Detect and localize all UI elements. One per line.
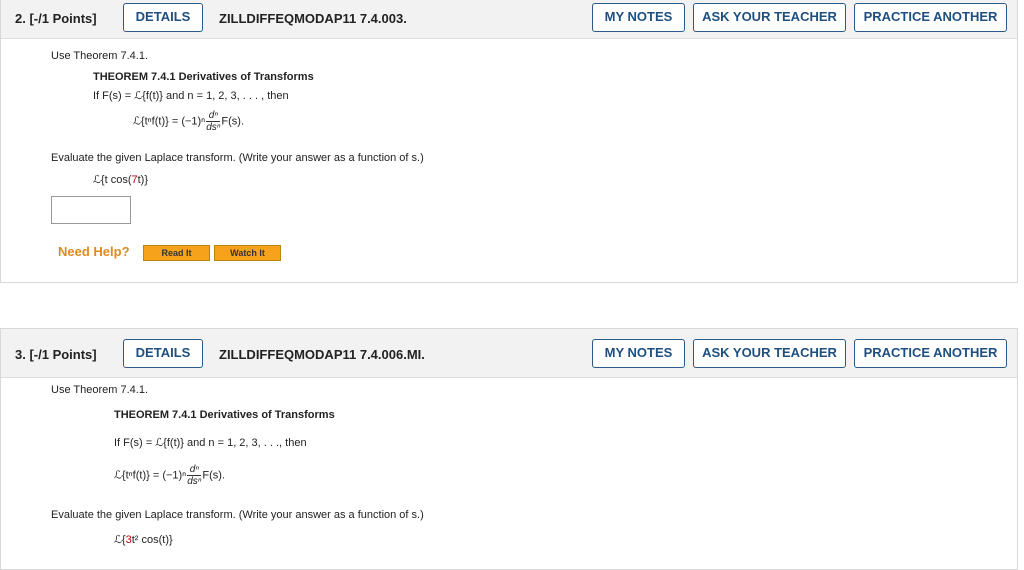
question-points: 2. [-/1 Points] — [15, 11, 97, 26]
theorem-formula: ℒ{tⁿf(t)} = (−1)ⁿ dⁿ dsⁿ F(s). — [133, 110, 244, 133]
question-code: ZILLDIFFEQMODAP11 7.4.003. — [219, 11, 407, 26]
question-3-body: Use Theorem 7.4.1. THEOREM 7.4.1 Derivat… — [13, 377, 1017, 569]
instruction-text: Evaluate the given Laplace transform. (W… — [51, 509, 424, 521]
my-notes-button[interactable]: MY NOTES — [592, 339, 685, 368]
need-help-label: Need Help? — [58, 244, 130, 259]
theorem-title: THEOREM 7.4.1 Derivatives of Transforms — [93, 71, 314, 83]
theorem-title: THEOREM 7.4.1 Derivatives of Transforms — [114, 409, 335, 421]
formula-tail: F(s). — [202, 469, 226, 482]
fraction-numerator: dⁿ — [187, 464, 202, 476]
question-code: ZILLDIFFEQMODAP11 7.4.006.MI. — [219, 347, 425, 362]
fraction-denominator: dsⁿ — [206, 122, 221, 133]
question-2-body: Use Theorem 7.4.1. THEOREM 7.4.1 Derivat… — [13, 38, 1017, 282]
practice-another-button[interactable]: PRACTICE ANOTHER — [854, 3, 1007, 32]
question-3-header: 3. [-/1 Points] DETAILS ZILLDIFFEQMODAP1… — [1, 329, 1017, 378]
expr-prefix: ℒ{ — [114, 534, 126, 546]
laplace-expression: ℒ{3t² cos(t)} — [114, 533, 173, 546]
expr-suffix: t)} — [137, 174, 149, 186]
intro-text: Use Theorem 7.4.1. — [51, 384, 149, 396]
instruction-text: Evaluate the given Laplace transform. (W… — [51, 152, 424, 164]
ask-your-teacher-button[interactable]: ASK YOUR TEACHER — [693, 3, 846, 32]
my-notes-button[interactable]: MY NOTES — [592, 3, 685, 32]
question-2-header: 2. [-/1 Points] DETAILS ZILLDIFFEQMODAP1… — [1, 0, 1017, 39]
intro-text: Use Theorem 7.4.1. — [51, 50, 149, 62]
practice-another-button[interactable]: PRACTICE ANOTHER — [854, 339, 1007, 368]
theorem-formula: ℒ{tⁿf(t)} = (−1)ⁿ dⁿ dsⁿ F(s). — [114, 464, 225, 487]
derivative-fraction: dⁿ dsⁿ — [187, 464, 202, 487]
fraction-numerator: dⁿ — [206, 110, 221, 122]
ask-your-teacher-button[interactable]: ASK YOUR TEACHER — [693, 339, 846, 368]
theorem-condition: If F(s) = ℒ{f(t)} and n = 1, 2, 3, . . .… — [114, 437, 307, 449]
formula-tail: F(s). — [221, 115, 245, 128]
laplace-expression: ℒ{t cos(7t)} — [93, 173, 148, 186]
fraction-denominator: dsⁿ — [187, 476, 202, 487]
question-3-card: 3. [-/1 Points] DETAILS ZILLDIFFEQMODAP1… — [0, 328, 1018, 570]
watch-it-button[interactable]: Watch It — [214, 245, 281, 261]
details-button[interactable]: DETAILS — [123, 3, 203, 32]
question-2-card: 2. [-/1 Points] DETAILS ZILLDIFFEQMODAP1… — [0, 0, 1018, 283]
formula-lhs: ℒ{tⁿf(t)} = (−1)ⁿ — [133, 115, 206, 128]
expr-prefix: ℒ{t cos( — [93, 174, 132, 186]
theorem-condition: If F(s) = ℒ{f(t)} and n = 1, 2, 3, . . .… — [93, 90, 289, 102]
question-points: 3. [-/1 Points] — [15, 347, 97, 362]
answer-input[interactable] — [51, 196, 131, 224]
read-it-button[interactable]: Read It — [143, 245, 210, 261]
details-button[interactable]: DETAILS — [123, 339, 203, 368]
expr-suffix: t² cos(t)} — [131, 534, 173, 546]
formula-lhs: ℒ{tⁿf(t)} = (−1)ⁿ — [114, 469, 187, 482]
derivative-fraction: dⁿ dsⁿ — [206, 110, 221, 133]
